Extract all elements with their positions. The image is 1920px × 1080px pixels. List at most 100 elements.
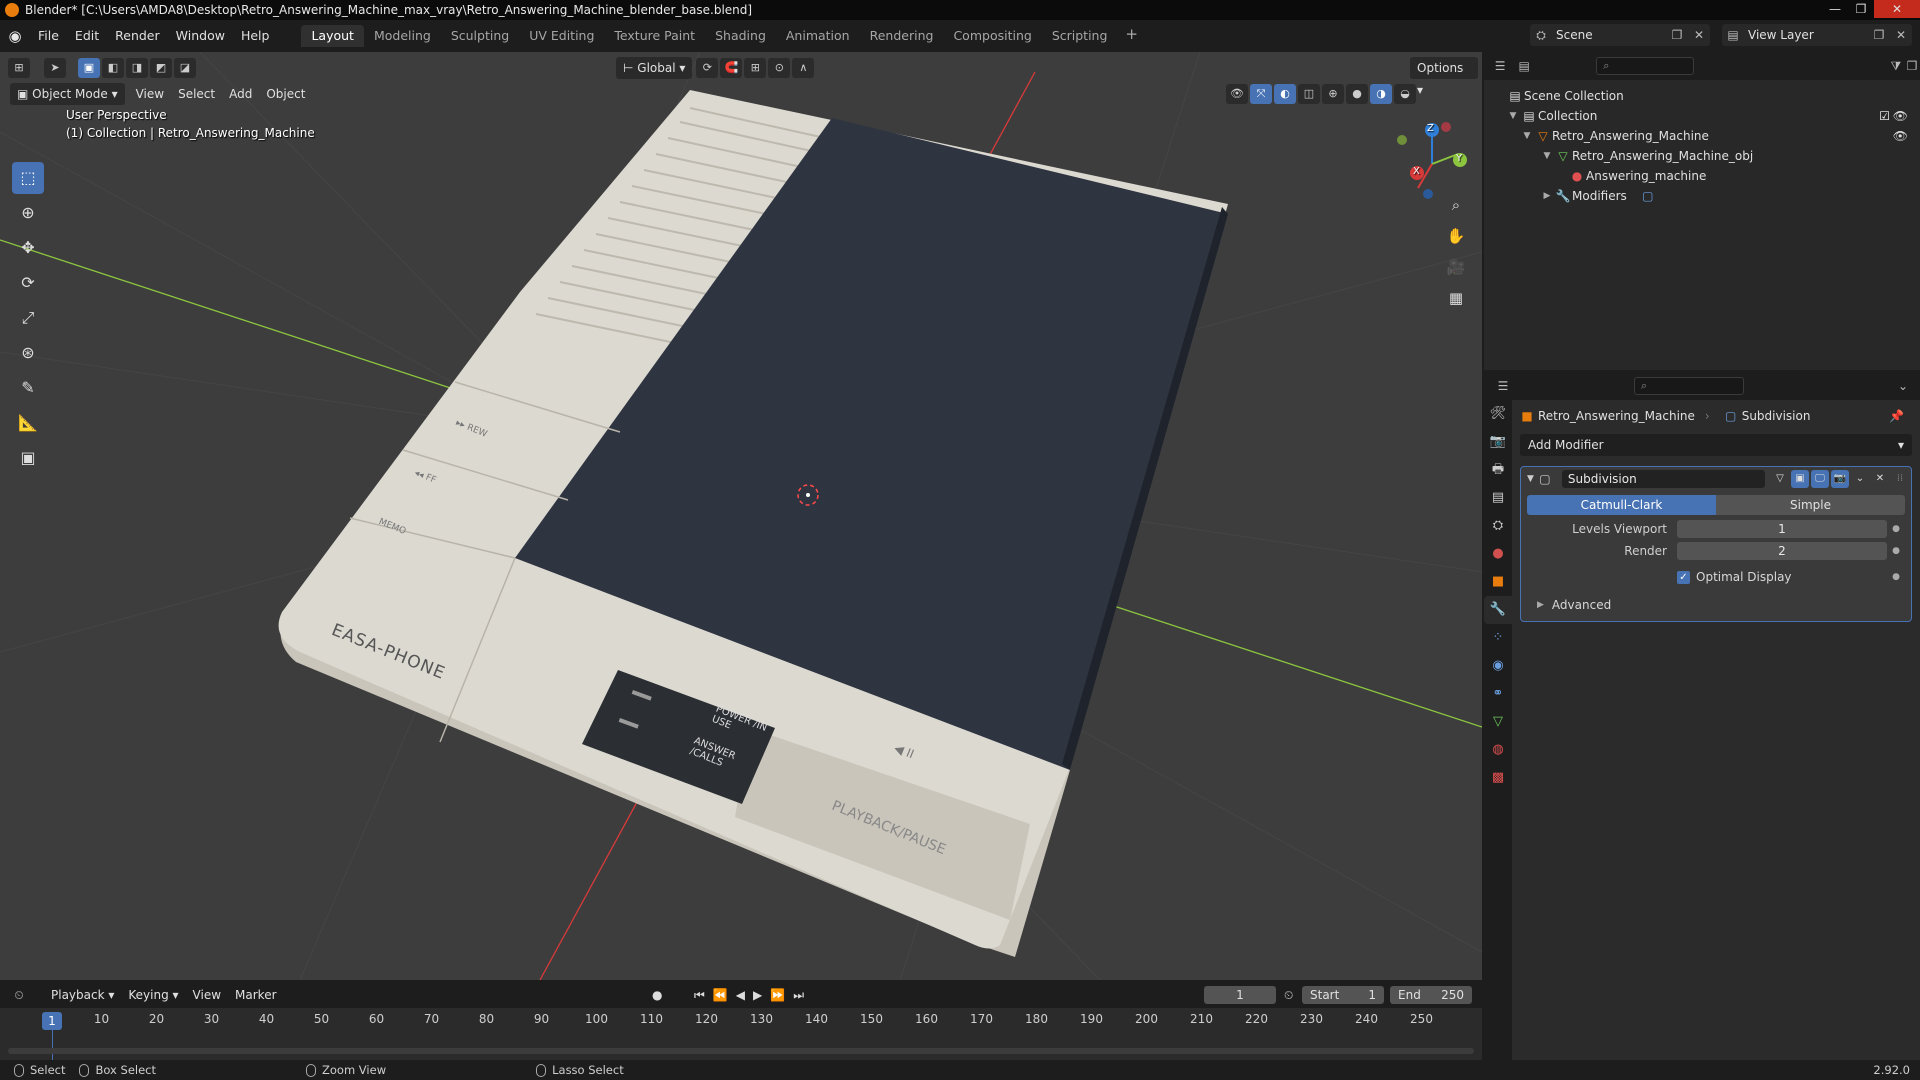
delete-scene-icon[interactable]: ✕ bbox=[1688, 28, 1710, 42]
outliner-editor-type-icon[interactable]: ☰ bbox=[1492, 59, 1508, 73]
annotate-icon[interactable]: ✎ bbox=[12, 372, 44, 404]
jump-start-icon[interactable]: ⏮ bbox=[694, 988, 705, 1003]
simple-button[interactable]: Simple bbox=[1716, 495, 1905, 515]
zoom-icon[interactable]: ⌕ bbox=[1443, 192, 1469, 218]
pan-hand-icon[interactable]: ✋ bbox=[1443, 223, 1469, 249]
world-tab-icon[interactable]: ● bbox=[1484, 540, 1512, 568]
render-levels-field[interactable]: 2 bbox=[1677, 542, 1887, 560]
collapse-arrow-icon[interactable]: ▼ bbox=[1527, 474, 1534, 484]
material-shading-icon[interactable]: ◑ bbox=[1370, 84, 1392, 104]
render-tab-icon[interactable]: 📷 bbox=[1484, 428, 1512, 456]
tab-animation[interactable]: Animation bbox=[776, 25, 860, 47]
falloff-icon[interactable]: ∧ bbox=[792, 58, 815, 78]
menu-timeline-view[interactable]: View bbox=[186, 984, 228, 1006]
tree-row-mesh[interactable]: ▼ ▽ Retro_Answering_Machine_obj bbox=[1484, 146, 1920, 166]
minimize-button[interactable]: — bbox=[1822, 0, 1848, 18]
tab-scripting[interactable]: Scripting bbox=[1042, 25, 1118, 47]
eye-icon[interactable]: 👁 bbox=[1893, 129, 1908, 143]
expand-arrow-icon[interactable]: ▼ bbox=[1506, 111, 1520, 121]
xray-icon[interactable]: ◫ bbox=[1298, 84, 1320, 104]
solid-shading-icon[interactable]: ● bbox=[1346, 84, 1368, 104]
menu-add[interactable]: Add bbox=[222, 83, 259, 105]
keyframe-dot-icon[interactable]: ● bbox=[1887, 546, 1905, 556]
data-tab-icon[interactable]: ▽ bbox=[1484, 708, 1512, 736]
tab-rendering[interactable]: Rendering bbox=[860, 25, 944, 47]
select-mode-new-icon[interactable]: ▣ bbox=[78, 58, 100, 78]
realtime-icon[interactable]: 🖵 bbox=[1811, 470, 1829, 488]
tab-layout[interactable]: Layout bbox=[301, 25, 364, 47]
expand-arrow-icon[interactable]: ▶ bbox=[1540, 191, 1554, 201]
advanced-subpanel[interactable]: ▶ Advanced bbox=[1527, 595, 1905, 615]
properties-options-icon[interactable]: ⌄ bbox=[1892, 379, 1914, 393]
add-cube-icon[interactable]: ▣ bbox=[12, 442, 44, 474]
select-mode-intersect-icon[interactable]: ◪ bbox=[174, 58, 196, 78]
timeline-editor-type-icon[interactable]: ⏲ bbox=[8, 988, 30, 1003]
remove-modifier-icon[interactable]: ✕ bbox=[1871, 470, 1889, 488]
levels-viewport-field[interactable]: 1 bbox=[1677, 520, 1887, 538]
menu-file[interactable]: File bbox=[30, 25, 67, 47]
drag-handle-icon[interactable]: ⁞⁞ bbox=[1891, 470, 1909, 488]
object-tab-icon[interactable]: ■ bbox=[1484, 568, 1512, 596]
current-frame-field[interactable]: 1 bbox=[1204, 986, 1276, 1004]
gizmo-toggle-icon[interactable]: ⤧ bbox=[1250, 84, 1272, 104]
scene-selector[interactable]: ⛭ Scene ❐ ✕ bbox=[1530, 24, 1710, 46]
camera-view-icon[interactable]: 🎥 bbox=[1443, 254, 1469, 280]
menu-window[interactable]: Window bbox=[168, 25, 233, 47]
edit-mode-icon[interactable]: ▣ bbox=[1791, 470, 1809, 488]
tab-modeling[interactable]: Modeling bbox=[364, 25, 441, 47]
view-layer-tab-icon[interactable]: ▤ bbox=[1484, 484, 1512, 512]
transform-icon[interactable]: ⊛ bbox=[12, 337, 44, 369]
prev-keyframe-icon[interactable]: ⏪ bbox=[713, 988, 728, 1003]
select-tool-icon[interactable]: ➤ bbox=[44, 58, 66, 78]
tree-row-object[interactable]: ▼ ▽ Retro_Answering_Machine 👁 bbox=[1484, 126, 1920, 146]
start-frame-field[interactable]: Start 1 bbox=[1302, 986, 1384, 1004]
physics-tab-icon[interactable]: ◉ bbox=[1484, 652, 1512, 680]
blender-menu-icon[interactable]: ◉ bbox=[0, 27, 30, 45]
tab-uv-editing[interactable]: UV Editing bbox=[519, 25, 604, 47]
timeline-scrollbar[interactable] bbox=[8, 1048, 1474, 1054]
tab-shading[interactable]: Shading bbox=[705, 25, 776, 47]
3d-viewport[interactable]: EASA-PHONE ▸▸ REW ◂◂ FF MEMO POWER /IN U… bbox=[0, 52, 1482, 980]
display-mode-icon[interactable]: ▤ bbox=[1516, 59, 1532, 73]
object-mode-dropdown[interactable]: ▣ Object Mode ▾ bbox=[10, 83, 125, 105]
clock-icon[interactable]: ⏲ bbox=[1284, 988, 1293, 1003]
view-layer-selector[interactable]: ▤ View Layer ❐ ✕ bbox=[1722, 24, 1912, 46]
timeline-ruler[interactable]: 1 10 20 30 40 50 60 70 80 90 100 110 120 130 140 150 160… bbox=[8, 1010, 1474, 1030]
rendered-shading-icon[interactable]: ◒ bbox=[1394, 84, 1416, 104]
subdivision-modifier-icon[interactable]: ▢ bbox=[1639, 189, 1657, 203]
end-frame-field[interactable]: End 250 bbox=[1390, 986, 1472, 1004]
proportional-edit-icon[interactable]: ⊙ bbox=[768, 58, 791, 78]
render-icon[interactable]: 📷 bbox=[1831, 470, 1849, 488]
measure-icon[interactable]: 📐 bbox=[12, 407, 44, 439]
expand-arrow-icon[interactable]: ▼ bbox=[1520, 131, 1534, 141]
catmull-clark-button[interactable]: Catmull-Clark bbox=[1527, 495, 1716, 515]
maximize-button[interactable]: ❐ bbox=[1848, 0, 1874, 18]
particles-tab-icon[interactable]: ⁘ bbox=[1484, 624, 1512, 652]
eye-icon[interactable]: 👁 bbox=[1893, 109, 1908, 123]
tree-row-scene-collection[interactable]: ▤ Scene Collection bbox=[1484, 86, 1920, 106]
on-cage-icon[interactable]: ▽ bbox=[1771, 470, 1789, 488]
output-tab-icon[interactable]: 🖶 bbox=[1484, 456, 1512, 484]
properties-editor-type-icon[interactable]: ☰ bbox=[1492, 379, 1514, 393]
menu-marker[interactable]: Marker bbox=[228, 984, 283, 1006]
menu-edit[interactable]: Edit bbox=[67, 25, 107, 47]
rotate-icon[interactable]: ⟳ bbox=[12, 267, 44, 299]
tool-tab-icon[interactable]: 🛠 bbox=[1484, 400, 1512, 428]
optimal-display-checkbox[interactable]: ✓ bbox=[1677, 570, 1690, 584]
tree-row-collection[interactable]: ▼ ▤ Collection ☑ 👁 bbox=[1484, 106, 1920, 126]
modifier-name-input[interactable]: Subdivision bbox=[1561, 470, 1765, 488]
constraints-tab-icon[interactable]: ⚭ bbox=[1484, 680, 1512, 708]
new-collection-icon[interactable]: ❐ bbox=[1904, 59, 1920, 73]
filter-icon[interactable]: ⧩ bbox=[1888, 59, 1904, 74]
cursor-icon[interactable]: ⊕ bbox=[12, 197, 44, 229]
close-button[interactable]: ✕ bbox=[1874, 0, 1920, 18]
pin-icon[interactable]: 📌 bbox=[1889, 409, 1904, 423]
delete-view-layer-icon[interactable]: ✕ bbox=[1890, 28, 1912, 42]
menu-select[interactable]: Select bbox=[171, 83, 222, 105]
snap-icon[interactable]: 🧲 bbox=[720, 58, 743, 78]
menu-view[interactable]: View bbox=[129, 83, 171, 105]
material-tab-icon[interactable]: ◍ bbox=[1484, 736, 1512, 764]
add-workspace-button[interactable]: + bbox=[1117, 25, 1146, 47]
ortho-grid-icon[interactable]: ▦ bbox=[1443, 285, 1469, 311]
visibility-icon[interactable]: 👁 bbox=[1226, 84, 1248, 104]
